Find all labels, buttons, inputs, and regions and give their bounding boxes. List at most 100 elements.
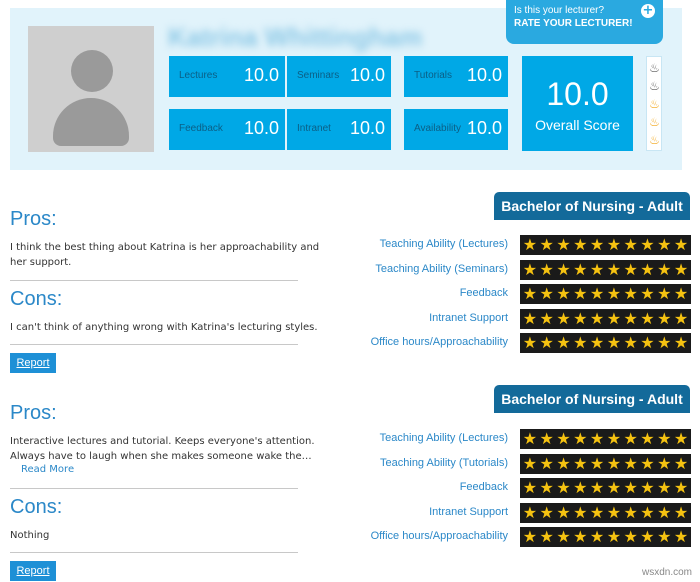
star-icon: ★ (623, 429, 638, 448)
score-label: Seminars (297, 70, 340, 81)
star-icon: ★ (673, 453, 689, 473)
divider (10, 488, 298, 489)
rating-label: Intranet Support (429, 505, 508, 518)
star-icon: ★ (657, 478, 672, 497)
star-icon: ★ (589, 235, 605, 254)
star-icon: ★ (589, 527, 605, 546)
star-icon: ★ (539, 333, 554, 352)
star-icon: ★ (640, 333, 655, 352)
score-value: 10.0 (466, 65, 502, 85)
divider (10, 552, 298, 553)
star-icon: ★ (606, 478, 622, 497)
star-icon: ★ (640, 527, 655, 546)
star-icon: ★ (556, 308, 571, 328)
star-icon: ★ (640, 308, 655, 328)
pros-text-line: her support. (10, 257, 72, 268)
star-icon: ★ (606, 502, 622, 522)
star-rating: ★ ★ ★ ★ ★ ★ ★ ★ ★ ★ (520, 527, 691, 547)
star-icon: ★ (623, 502, 638, 522)
star-icon: ★ (623, 259, 638, 279)
star-icon: ★ (606, 453, 622, 473)
star-icon: ★ (673, 333, 689, 352)
star-icon: ★ (623, 308, 638, 328)
cta-action: RATE YOUR LECTURER! (514, 18, 633, 29)
pros-text-line: I think the best thing about Katrina is … (10, 242, 320, 253)
star-icon: ★ (657, 333, 672, 352)
star-icon: ★ (539, 235, 554, 254)
cons-text: I can't think of anything wrong with Kat… (10, 322, 318, 333)
star-icon: ★ (623, 453, 638, 473)
star-icon: ★ (640, 502, 655, 522)
star-icon: ★ (640, 259, 655, 279)
star-icon: ★ (657, 429, 672, 448)
watermark: wsxdn.com (641, 567, 692, 578)
flame-icon: ♨ (649, 79, 660, 93)
star-icon: ★ (657, 308, 672, 328)
score-label: Lectures (179, 70, 218, 81)
star-icon: ★ (522, 429, 538, 448)
star-icon: ★ (606, 259, 622, 279)
rating-label: Feedback (459, 287, 508, 299)
star-icon: ★ (573, 308, 588, 328)
score-value: 10.0 (243, 118, 279, 138)
star-icon: ★ (673, 284, 689, 303)
star-icon: ★ (589, 308, 605, 328)
avatar (28, 26, 154, 152)
star-rating: ★ ★ ★ ★ ★ ★ ★ ★ ★ ★ (520, 284, 691, 304)
rating-label: Feedback (459, 481, 508, 493)
flame-icon: ♨ (649, 115, 660, 129)
report-button[interactable]: Report (10, 561, 56, 581)
star-icon: ★ (573, 235, 588, 254)
star-icon: ★ (640, 235, 655, 254)
lecturer-name: Katrina Whittingham (168, 22, 423, 52)
score-value: 10.0 (349, 118, 385, 138)
avatar-head (71, 50, 113, 92)
pros-text-line: Interactive lectures and tutorial. Keeps… (10, 436, 315, 447)
star-icon: ★ (640, 284, 655, 303)
star-icon: ★ (573, 453, 588, 473)
score-intranet: Intranet 10.0 (287, 109, 391, 150)
star-icon: ★ (657, 259, 672, 279)
star-icon: ★ (522, 453, 538, 473)
star-icon: ★ (657, 502, 672, 522)
read-more-link[interactable]: Read More (21, 464, 74, 475)
rating-label: Teaching Ability (Seminars) (375, 262, 508, 275)
report-button[interactable]: Report (10, 353, 56, 373)
rating-label: Office hours/Approachability (370, 336, 508, 348)
star-icon: ★ (673, 259, 689, 279)
star-rating: ★ ★ ★ ★ ★ ★ ★ ★ ★ ★ (520, 259, 691, 280)
star-icon: ★ (606, 527, 622, 546)
star-icon: ★ (556, 235, 571, 254)
star-icon: ★ (539, 259, 554, 279)
star-icon: ★ (573, 333, 588, 352)
star-icon: ★ (556, 453, 571, 473)
star-icon: ★ (539, 502, 554, 522)
star-icon: ★ (573, 502, 588, 522)
star-rating: ★ ★ ★ ★ ★ ★ ★ ★ ★ ★ (520, 478, 691, 498)
score-label: Availability (414, 123, 462, 134)
star-icon: ★ (623, 284, 638, 303)
star-icon: ★ (539, 478, 554, 497)
flame-icon: ♨ (649, 61, 660, 75)
avatar-body (53, 98, 129, 146)
star-icon: ★ (589, 502, 605, 522)
star-icon: ★ (573, 527, 588, 546)
overall-score: 10.0 Overall Score (522, 56, 633, 151)
star-icon: ★ (589, 259, 605, 279)
star-rating: ★ ★ ★ ★ ★ ★ ★ ★ ★ ★ (520, 453, 691, 474)
cons-text: Nothing (10, 530, 50, 541)
star-icon: ★ (640, 453, 655, 473)
star-icon: ★ (673, 478, 689, 497)
rating-label: Teaching Ability (Lectures) (379, 238, 508, 250)
hotness-meter: ♨ ♨ ♨ ♨ ♨ (646, 56, 662, 151)
star-rating: ★ ★ ★ ★ ★ ★ ★ ★ ★ ★ (520, 429, 691, 449)
pros-heading: Pros: (10, 402, 57, 424)
rate-lecturer-button[interactable]: Is this your lecturer? RATE YOUR LECTURE… (506, 0, 663, 44)
score-lectures: Lectures 10.0 (169, 56, 285, 97)
star-icon: ★ (539, 308, 554, 328)
overall-score-label: Overall Score (535, 117, 620, 133)
star-icon: ★ (539, 284, 554, 303)
star-icon: ★ (522, 527, 538, 546)
star-icon: ★ (623, 478, 638, 497)
star-icon: ★ (589, 333, 605, 352)
